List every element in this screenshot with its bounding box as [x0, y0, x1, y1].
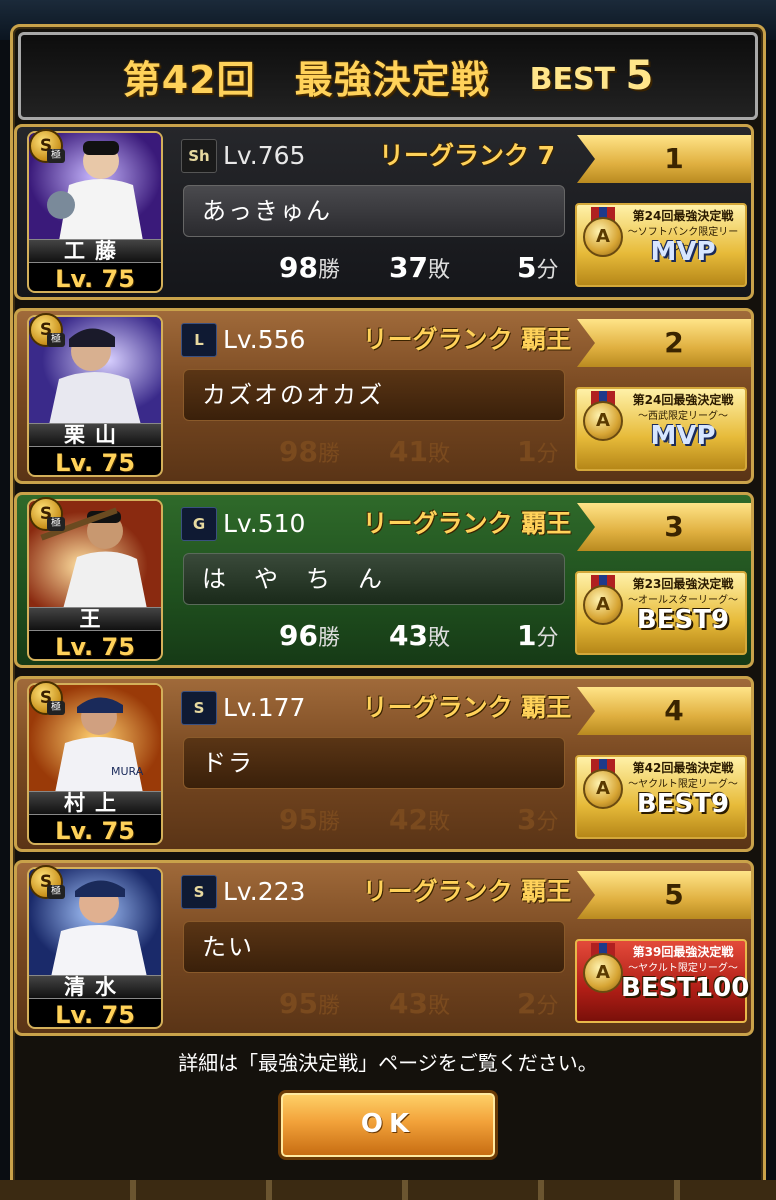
award-title: MVP — [650, 237, 716, 267]
draws: 3分 — [517, 803, 559, 836]
losses: 37敗 — [389, 251, 450, 284]
wins: 96勝 — [279, 619, 340, 652]
award-event: 第24回最強決定戦 — [632, 393, 734, 407]
medal-icon: A — [583, 401, 623, 441]
position-tab: 1 — [577, 135, 751, 183]
grade-kiwami-icon: 極 — [47, 885, 65, 899]
player-level: Lv. 75 — [55, 449, 135, 477]
medal-icon: A — [583, 585, 623, 625]
award-title: BEST9 — [636, 789, 730, 819]
player-level: Lv. 75 — [55, 1001, 135, 1029]
record: 98勝 37敗 5分 — [183, 245, 565, 291]
award-event: 第24回最強決定戦 — [632, 209, 734, 223]
user-name: ドラ — [183, 737, 565, 789]
record: 96勝 43敗 1分 — [183, 613, 565, 659]
user-level: Lv.177 — [223, 693, 306, 722]
award-league: 〜ヤクルト限定リーグ〜 — [628, 779, 738, 790]
award-title: BEST9 — [636, 605, 730, 635]
position-tab: 2 — [577, 319, 751, 367]
user-level: Lv.765 — [223, 141, 306, 170]
award-title: BEST100 — [621, 973, 750, 1003]
league-rank: リーグランク 7 — [378, 141, 556, 170]
grade-kiwami-icon: 極 — [47, 517, 65, 531]
position-tab: 4 — [577, 687, 751, 735]
wins: 98勝 — [279, 435, 340, 468]
ranking-row-3[interactable]: S 極 王 Lv. 75 G Lv.510 リーグランク 覇王 は や ち ん … — [14, 492, 754, 668]
losses: 41敗 — [389, 435, 450, 468]
player-name: 栗山 — [29, 423, 161, 447]
player-level: Lv. 75 — [55, 817, 135, 845]
losses: 43敗 — [389, 619, 450, 652]
dialog-title-bar: 第42回 最強決定戦 BEST 5 — [18, 32, 758, 120]
award-event: 第42回最強決定戦 — [632, 761, 734, 775]
player-level: Lv. 75 — [55, 633, 135, 661]
team-logo-icon: G — [181, 507, 217, 541]
player-name: 村上 — [29, 791, 161, 815]
award-event: 第23回最強決定戦 — [632, 577, 734, 591]
dialog-title: 第42回 最強決定戦 — [122, 57, 490, 102]
player-name: 工藤 — [29, 239, 161, 263]
award-league: 〜西武限定リーグ〜 — [638, 411, 728, 422]
ranking-row-5[interactable]: S 極 清水 Lv. 75 S Lv.223 リーグランク 覇王 たい 95勝 … — [14, 860, 754, 1036]
team-logo-icon: L — [181, 323, 217, 357]
user-name: たい — [183, 921, 565, 973]
ranking-row-2[interactable]: S 極 栗山 Lv. 75 L Lv.556 リーグランク 覇王 カズオのオカズ… — [14, 308, 754, 484]
losses: 43敗 — [389, 987, 450, 1020]
medal-icon: A — [583, 953, 623, 993]
grade-kiwami-icon: 極 — [47, 333, 65, 347]
position-tab: 3 — [577, 503, 751, 551]
record: 95勝 43敗 2分 — [183, 981, 565, 1027]
user-level: Lv.556 — [223, 325, 306, 354]
best-number: 5 — [625, 53, 654, 99]
user-level: Lv.223 — [223, 877, 306, 906]
award-event: 第39回最強決定戦 — [632, 945, 734, 959]
best-label-text: BEST — [529, 62, 616, 97]
medal-icon: A — [583, 217, 623, 257]
losses: 42敗 — [389, 803, 450, 836]
user-level: Lv.510 — [223, 509, 306, 538]
wins: 95勝 — [279, 987, 340, 1020]
award-league: 〜ヤクルト限定リーグ〜 — [628, 963, 738, 974]
wins: 95勝 — [279, 803, 340, 836]
draws: 2分 — [517, 987, 559, 1020]
team-logo-icon: S — [181, 691, 217, 725]
player-name: 清水 — [29, 975, 161, 999]
ranking-row-4[interactable]: S 極 MURA 村上 Lv. 75 S Lv.177 リーグランク 覇王 ドラ… — [14, 676, 754, 852]
draws: 1分 — [517, 435, 559, 468]
record: 98勝 41敗 1分 — [183, 429, 565, 475]
position-tab: 5 — [577, 871, 751, 919]
grade-kiwami-icon: 極 — [47, 149, 65, 163]
wins: 98勝 — [279, 251, 340, 284]
medal-icon: A — [583, 769, 623, 809]
league-rank: リーグランク 覇王 — [362, 693, 572, 722]
record: 95勝 42敗 3分 — [183, 797, 565, 843]
draws: 5分 — [517, 251, 559, 284]
award-badge[interactable]: A 第42回最強決定戦 〜ヤクルト限定リーグ〜 BEST9 — [575, 755, 747, 839]
award-badge[interactable]: A 第39回最強決定戦 〜ヤクルト限定リーグ〜 BEST100 — [575, 939, 750, 1023]
best-label: BEST 5 — [530, 53, 654, 99]
details-note: 詳細は「最強決定戦」ページをご覧ください。 — [178, 1051, 598, 1075]
player-name: 王 — [29, 607, 161, 631]
award-badge[interactable]: A 第24回最強決定戦 〜西武限定リーグ〜 MVP — [575, 387, 747, 471]
user-name: カズオのオカズ — [183, 369, 565, 421]
team-logo-icon: S — [181, 875, 217, 909]
grade-kiwami-icon: 極 — [47, 701, 65, 715]
award-badge[interactable]: A 第24回最強決定戦 〜ソフトバンク限定リーグ〜 MVP — [575, 203, 747, 287]
ranking-row-1[interactable]: S 極 工藤 Lv. 75 Sh Lv.765 リーグランク 7 あっきゅん 9… — [14, 124, 754, 300]
award-badge[interactable]: A 第23回最強決定戦 〜オールスターリーグ〜 BEST9 — [575, 571, 747, 655]
player-level: Lv. 75 — [55, 265, 135, 293]
user-name: あっきゅん — [183, 185, 565, 237]
ok-button[interactable]: OK — [278, 1090, 498, 1160]
league-rank: リーグランク 覇王 — [362, 325, 572, 354]
team-logo-icon: Sh — [181, 139, 217, 173]
background-bottom-bar — [0, 1180, 776, 1200]
league-rank: リーグランク 覇王 — [362, 509, 572, 538]
award-title: MVP — [650, 421, 716, 451]
league-rank: リーグランク 覇王 — [362, 877, 572, 906]
user-name: は や ち ん — [183, 553, 565, 605]
svg-text:MURA: MURA — [111, 765, 144, 778]
award-league: 〜オールスターリーグ〜 — [628, 595, 738, 606]
draws: 1分 — [517, 619, 559, 652]
